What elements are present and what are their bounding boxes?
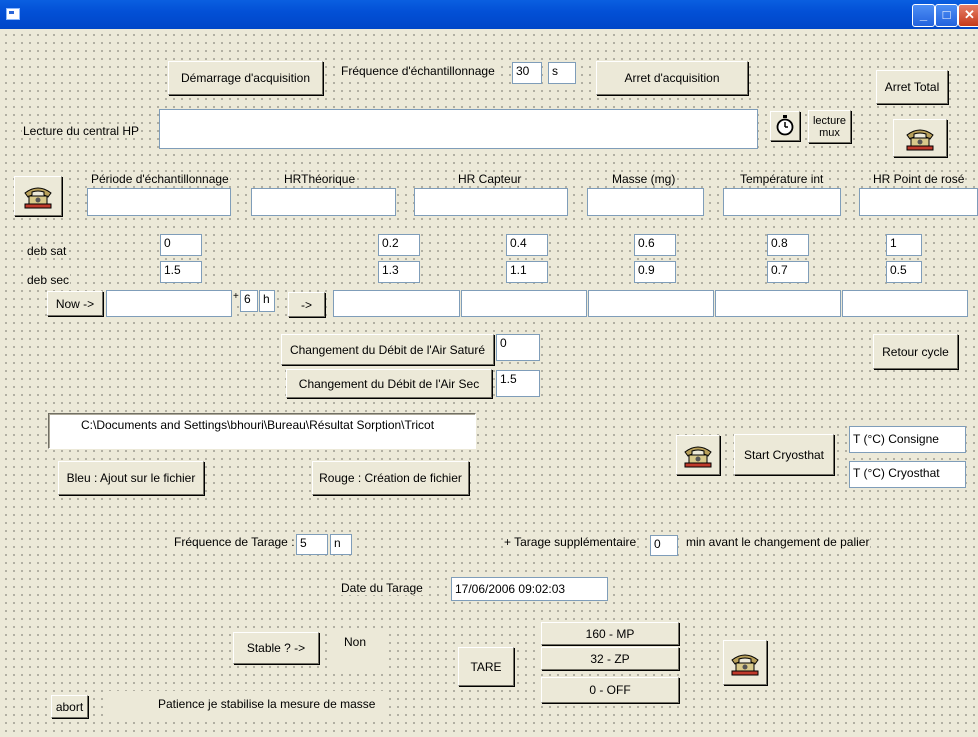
projection-field[interactable] (715, 290, 841, 317)
retour-cycle-button[interactable]: Retour cycle (873, 334, 958, 369)
deb-sat-input[interactable]: 1 (886, 234, 922, 256)
tare-date-field[interactable]: 17/06/2006 09:02:03 (451, 577, 608, 601)
periode-field[interactable] (87, 188, 231, 216)
tare-frequency-unit-input[interactable]: n (330, 534, 352, 555)
phone-button-tare[interactable] (723, 640, 767, 685)
zp-32-button[interactable]: 32 - ZP (541, 647, 679, 670)
hours-input[interactable]: 6 (240, 290, 258, 312)
status-message-panel: Patience je stabilise la mesure de masse (104, 691, 384, 717)
deb-sec-input[interactable]: 1.5 (160, 261, 202, 283)
stopwatch-button[interactable] (770, 111, 800, 141)
col-temperature-label: Température int (739, 172, 825, 186)
status-message-label: Patience je stabilise la mesure de masse (157, 697, 377, 711)
col-hr-capteur-label: HR Capteur (457, 172, 523, 186)
cryostat-temperature-field[interactable]: T (°C) Cryosthat (849, 461, 966, 488)
change-sec-flow-button[interactable]: Changement du Débit de l'Air Sec (286, 369, 492, 398)
sec-flow-input[interactable]: 1.5 (496, 370, 540, 397)
deb-sat-input[interactable]: 0.2 (378, 234, 420, 256)
projection-field[interactable] (842, 290, 968, 317)
form-client-area: Démarrage d'acquisition Fréquence d'écha… (0, 29, 978, 737)
tare-frequency-label: Fréquence de Tarage : (173, 535, 296, 549)
extra-tare-suffix-label: min avant le changement de palier (685, 535, 871, 549)
tare-button[interactable]: TARE (458, 647, 514, 686)
plus-label: + (232, 290, 240, 304)
now-button[interactable]: Now -> (47, 291, 103, 316)
abort-button[interactable]: abort (51, 695, 88, 718)
phone-button-cryostat[interactable] (676, 435, 720, 475)
deb-sec-input[interactable]: 0.5 (886, 261, 922, 283)
hp-reading-field[interactable] (159, 109, 758, 149)
close-button[interactable]: ✕ (958, 4, 978, 27)
projection-field[interactable] (461, 290, 587, 317)
extra-tare-input[interactable]: 0 (650, 535, 678, 556)
deb-sec-input[interactable]: 0.7 (767, 261, 809, 283)
deb-sat-label: deb sat (26, 244, 68, 258)
deb-sat-input[interactable]: 0.6 (634, 234, 676, 256)
off-0-button[interactable]: 0 - OFF (541, 677, 679, 703)
projection-field[interactable] (588, 290, 714, 317)
deb-sec-input[interactable]: 1.3 (378, 261, 420, 283)
append-file-button[interactable]: Bleu : Ajout sur le fichier (58, 461, 204, 495)
extra-tare-label: + Tarage supplémentaire (503, 535, 638, 549)
lecture-mux-button[interactable]: lecture mux (808, 110, 851, 143)
result-file-path-field[interactable]: C:\Documents and Settings\bhouri\Bureau\… (48, 413, 476, 449)
cryostat-setpoint-field[interactable]: T (°C) Consigne (849, 426, 966, 453)
projection-field[interactable] (333, 290, 460, 317)
deb-sec-label: deb sec (26, 273, 71, 287)
deb-sat-input[interactable]: 0.4 (506, 234, 548, 256)
hr-theorique-field[interactable] (251, 188, 396, 216)
sampling-frequency-input[interactable]: 30 (512, 62, 542, 84)
stop-total-button[interactable]: Arret Total (876, 70, 948, 104)
col-periode-label: Période d'échantillonnage (90, 172, 230, 186)
stopwatch-icon (775, 114, 795, 139)
col-masse-label: Masse (mg) (611, 172, 677, 186)
tare-date-label: Date du Tarage (340, 581, 424, 595)
col-hr-theorique-label: HRThéorique (283, 172, 357, 186)
change-sat-flow-button[interactable]: Changement du Débit de l'Air Saturé (281, 334, 494, 365)
masse-field[interactable] (587, 188, 704, 216)
now-datetime-field[interactable] (106, 290, 232, 317)
app-icon (6, 8, 20, 20)
maximize-button[interactable]: □ (935, 4, 958, 27)
temperature-field[interactable] (723, 188, 841, 216)
sat-flow-input[interactable]: 0 (496, 334, 540, 361)
deb-sat-input[interactable]: 0.8 (767, 234, 809, 256)
arrow-button[interactable]: -> (288, 292, 325, 317)
hr-rose-field[interactable] (859, 188, 978, 216)
tare-frequency-input[interactable]: 5 (296, 534, 328, 555)
stable-status-panel: Non (328, 628, 388, 670)
sampling-frequency-label: Fréquence d'échantillonnage (340, 64, 496, 78)
minimize-button[interactable]: _ (912, 4, 935, 27)
title-bar: _ □ ✕ (0, 0, 978, 29)
deb-sec-input[interactable]: 0.9 (634, 261, 676, 283)
phone-button-top-right[interactable] (893, 119, 947, 157)
start-acquisition-button[interactable]: Démarrage d'acquisition (168, 61, 323, 95)
mp-160-button[interactable]: 160 - MP (541, 622, 679, 645)
hp-reading-label: Lecture du central HP (22, 124, 141, 138)
stop-acquisition-button[interactable]: Arret d'acquisition (596, 61, 748, 95)
col-hr-rose-label: HR Point de rosé (872, 172, 966, 186)
stable-status-label: Non (343, 635, 368, 649)
start-cryostat-button[interactable]: Start Cryosthat (734, 434, 834, 475)
hours-unit-input[interactable]: h (259, 290, 275, 312)
stable-check-button[interactable]: Stable ? -> (233, 632, 319, 664)
deb-sec-input[interactable]: 1.1 (506, 261, 548, 283)
deb-sat-input[interactable]: 0 (160, 234, 202, 256)
hr-capteur-field[interactable] (414, 188, 568, 216)
phone-button-left[interactable] (14, 176, 62, 216)
create-file-button[interactable]: Rouge : Création de fichier (312, 461, 469, 495)
sampling-frequency-unit-input[interactable]: s (548, 62, 576, 84)
